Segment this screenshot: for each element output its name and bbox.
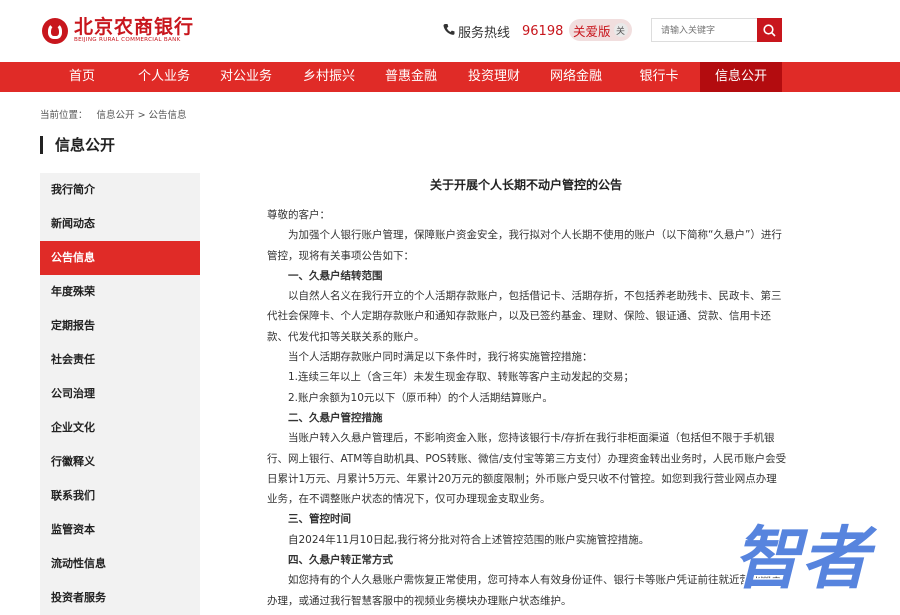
article-section-heading: 二、久悬户管控措施 <box>288 411 383 424</box>
sidebar-item-profile[interactable]: 我行简介 <box>40 173 200 207</box>
hotline-label: 服务热线 <box>458 26 511 41</box>
article-body: 尊敬的客户： 为加强个人银行账户管理，保障账户资金安全，我行拟对个人长期不使用的… <box>267 205 787 611</box>
sidebar-title: 信息公开 <box>40 136 115 154</box>
nav-item-inclusive-finance[interactable]: 普惠金融 <box>370 62 452 92</box>
article-section-heading: 三、管控时间 <box>288 513 351 526</box>
nav-item-investment[interactable]: 投资理财 <box>453 62 535 92</box>
sidebar-item-contact[interactable]: 联系我们 <box>40 479 200 513</box>
article-paragraph: 为加强个人银行账户管理，保障账户资金安全，我行拟对个人长期不使用的账户（以下简称… <box>267 229 782 262</box>
sidebar-item-governance[interactable]: 公司治理 <box>40 377 200 411</box>
main-nav: 首页 个人业务 对公业务 乡村振兴 普惠金融 投资理财 网络金融 银行卡 信息公… <box>0 62 900 92</box>
sidebar-item-liquidity[interactable]: 流动性信息 <box>40 547 200 581</box>
search-button[interactable] <box>757 18 782 42</box>
sidebar-item-emblem[interactable]: 行徽释义 <box>40 445 200 479</box>
nav-item-disclosure[interactable]: 信息公开 <box>700 62 782 92</box>
sidebar-item-awards[interactable]: 年度殊荣 <box>40 275 200 309</box>
article-paragraph: 1.连续三年以上（含三年）未发生现金存取、转账等客户主动发起的交易； <box>288 371 635 384</box>
search-icon <box>763 23 776 37</box>
watermark-logo: 智者 <box>732 519 880 601</box>
article-title: 关于开展个人长期不动户管控的公告 <box>429 178 622 192</box>
breadcrumb-path[interactable]: 信息公开 > 公告信息 <box>97 110 187 121</box>
logo-chinese-name: 北京农商银行 <box>74 16 195 38</box>
service-hotline: 服务热线 96198 <box>443 22 563 41</box>
search-input[interactable] <box>651 18 757 42</box>
breadcrumb-prefix: 当前位置： <box>40 110 88 121</box>
nav-item-personal[interactable]: 个人业务 <box>123 62 205 92</box>
article-greeting: 尊敬的客户： <box>267 209 330 221</box>
bank-logo-icon <box>42 17 68 44</box>
care-mode-label: 关爱版 <box>573 23 611 39</box>
logo-english-name: BEIJING RURAL COMMERCIAL BANK <box>74 37 181 43</box>
nav-item-rural[interactable]: 乡村振兴 <box>288 62 370 92</box>
article-paragraph: 当账户转入久悬户管理后，不影响资金入账，您持该银行卡/存折在我行非柜面渠道（包括… <box>267 432 787 506</box>
sidebar-item-news[interactable]: 新闻动态 <box>40 207 200 241</box>
care-mode-button[interactable]: 关爱版 关 <box>569 19 632 41</box>
sidebar-menu: 我行简介 新闻动态 公告信息 年度殊荣 定期报告 社会责任 公司治理 企业文化 … <box>40 173 200 615</box>
nav-item-corporate[interactable]: 对公业务 <box>205 62 287 92</box>
phone-icon <box>443 23 455 40</box>
nav-item-online-banking[interactable]: 网络金融 <box>535 62 617 92</box>
nav-item-home[interactable]: 首页 <box>41 62 123 92</box>
hotline-number: 96198 <box>522 24 564 39</box>
breadcrumb: 当前位置： 信息公开 > 公告信息 <box>40 107 193 121</box>
sidebar-item-capital[interactable]: 监管资本 <box>40 513 200 547</box>
bank-logo[interactable]: 北京农商银行 BEIJING RURAL COMMERCIAL BANK <box>42 17 194 44</box>
article-paragraph: 以自然人名义在我行开立的个人活期存款账户，包括借记卡、活期存折，不包括养老助残卡… <box>267 290 782 343</box>
watermark-text: 智者 <box>733 520 878 599</box>
article-paragraph: 2.账户余额为10元以下（原币种）的个人活期结算账户。 <box>288 391 553 404</box>
sidebar-item-reports[interactable]: 定期报告 <box>40 309 200 343</box>
site-header: 北京农商银行 BEIJING RURAL COMMERCIAL BANK 服务热… <box>0 0 900 62</box>
care-mode-close-icon[interactable]: 关 <box>613 23 628 37</box>
sidebar-item-culture[interactable]: 企业文化 <box>40 411 200 445</box>
article-paragraph: 当个人活期存款账户同时满足以下条件时，我行将实施管控措施： <box>288 351 593 364</box>
sidebar-item-social-responsibility[interactable]: 社会责任 <box>40 343 200 377</box>
article-section-heading: 四、久悬户转正常方式 <box>288 554 393 567</box>
article-paragraph: 自2024年11月10日起,我行将分批对符合上述管控范围的账户实施管控措施。 <box>288 533 650 546</box>
sidebar-item-announcements[interactable]: 公告信息 <box>40 241 200 275</box>
nav-item-bank-card[interactable]: 银行卡 <box>618 62 700 92</box>
article-section-heading: 一、久悬户结转范围 <box>288 269 383 282</box>
sidebar-item-investor[interactable]: 投资者服务 <box>40 581 200 615</box>
